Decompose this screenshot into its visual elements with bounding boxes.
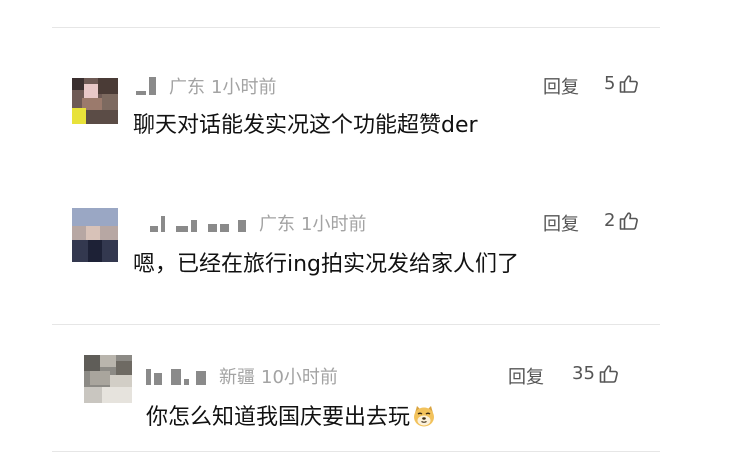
comment-region: 新疆: [219, 367, 255, 388]
like-count: 5: [604, 73, 616, 94]
avatar[interactable]: [72, 208, 118, 262]
thumbs-up-icon: [599, 364, 618, 383]
username-blurred[interactable]: [136, 77, 159, 95]
comment-meta: 广东 1小时前: [150, 210, 366, 236]
avatar[interactable]: [72, 78, 118, 124]
reply-button[interactable]: 回复: [543, 210, 579, 236]
comment-text: 聊天对话能发实况这个功能超赞der: [133, 113, 478, 138]
like-button[interactable]: 35: [572, 363, 619, 384]
section-divider: [52, 324, 660, 325]
doge-face-emoji: [414, 406, 435, 427]
top-divider: [52, 27, 660, 28]
bottom-divider: [52, 451, 660, 452]
comment-time: 1小时前: [301, 214, 367, 235]
like-button[interactable]: 5: [604, 73, 639, 94]
comment-region: 广东: [169, 77, 205, 98]
comment-meta: 新疆 10小时前: [146, 363, 338, 389]
comment-region: 广东: [259, 214, 295, 235]
like-button[interactable]: 2: [604, 210, 639, 231]
thumbs-up-icon: [620, 211, 639, 230]
comment-text: 嗯，已经在旅行ing拍实况发给家人们了: [133, 252, 520, 277]
username-blurred[interactable]: [150, 214, 249, 232]
comment-time: 1小时前: [211, 77, 277, 98]
reply-button[interactable]: 回复: [543, 73, 579, 99]
reply-button[interactable]: 回复: [508, 363, 544, 389]
comment-text: 你怎么知道我国庆要出去玩: [146, 405, 411, 430]
comment-text-row: 你怎么知道我国庆要出去玩: [146, 399, 436, 431]
username-blurred[interactable]: [146, 367, 209, 385]
comment-meta: 广东 1小时前: [136, 73, 276, 99]
comment-time: 10小时前: [261, 367, 338, 388]
like-count: 2: [604, 210, 616, 231]
like-count: 35: [572, 363, 595, 384]
thumbs-up-icon: [620, 74, 639, 93]
avatar[interactable]: [84, 355, 132, 403]
